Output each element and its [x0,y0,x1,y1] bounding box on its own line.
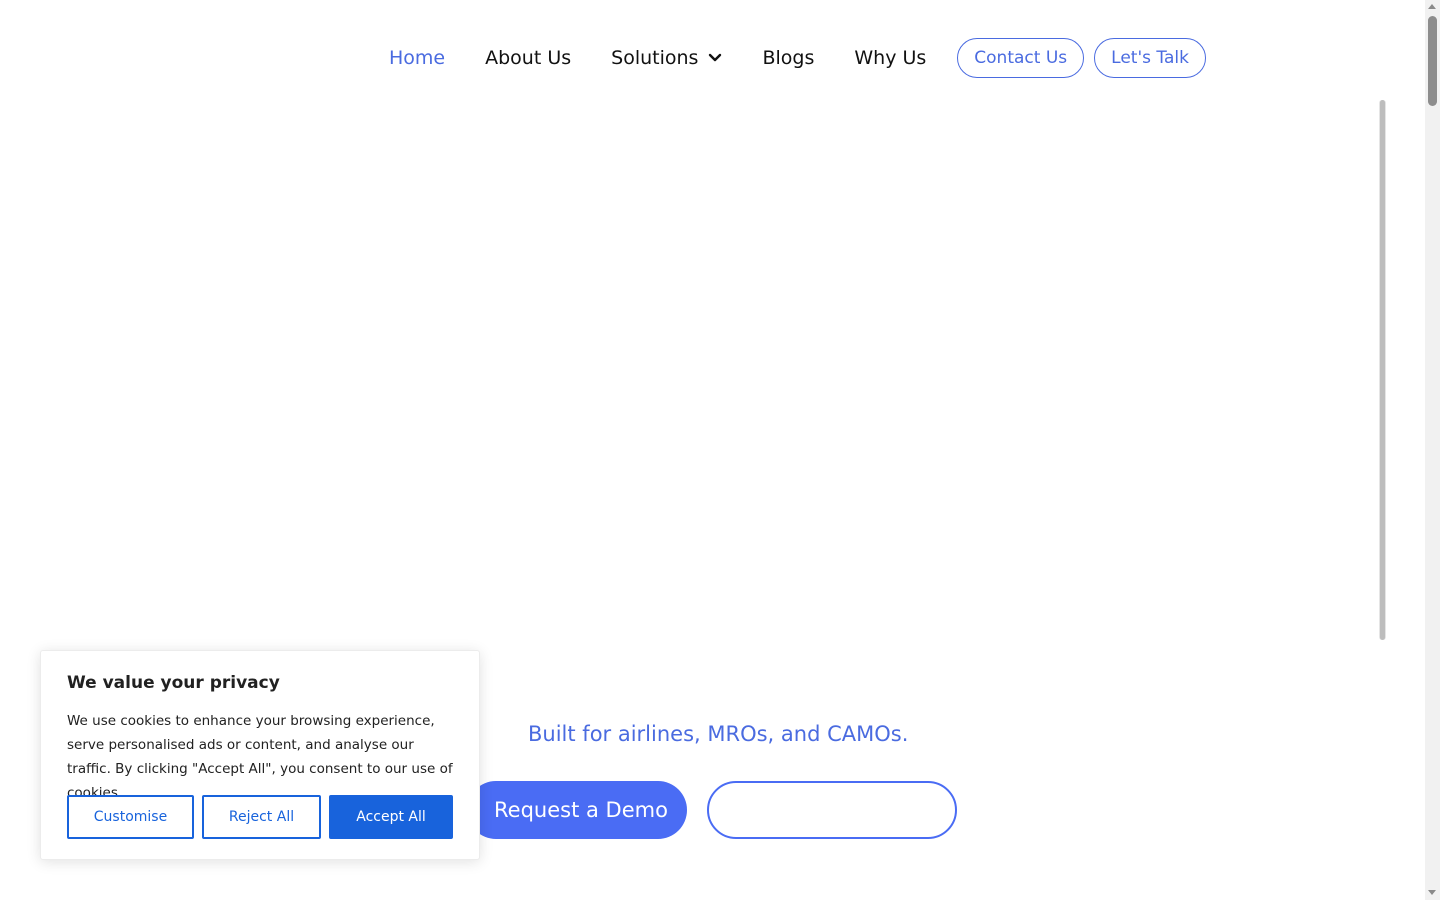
lets-talk-button[interactable]: Let's Talk [1094,38,1206,78]
secondary-cta-button[interactable] [707,781,957,839]
cookie-title: We value your privacy [67,673,280,693]
accept-all-button[interactable]: Accept All [329,795,453,839]
page-scrollbar[interactable] [1425,0,1440,900]
customise-button[interactable]: Customise [67,795,194,839]
cookie-body: We use cookies to enhance your browsing … [67,713,453,801]
main-nav: Home About Us Solutions Blogs Why Us Con… [389,38,1206,78]
nav-blogs[interactable]: Blogs [762,47,814,69]
contact-us-button[interactable]: Contact Us [957,38,1085,78]
nav-solutions[interactable]: Solutions [611,47,722,69]
page: Home About Us Solutions Blogs Why Us Con… [0,0,1440,900]
cookie-consent-banner: We value your privacy We use cookies to … [40,650,480,860]
reject-all-button[interactable]: Reject All [202,795,321,839]
cookie-buttons: Customise Reject All Accept All [67,795,453,839]
nav-solutions-label: Solutions [611,47,699,69]
inner-scrollbar[interactable] [1379,100,1386,640]
nav-why-us[interactable]: Why Us [854,47,926,69]
inner-scrollbar-thumb[interactable] [1380,100,1385,640]
scroll-up-arrow-icon[interactable] [1428,4,1436,9]
page-scrollbar-thumb[interactable] [1428,16,1437,106]
request-demo-button[interactable]: Request a Demo [467,781,687,839]
hero-tagline: Built for airlines, MROs, and CAMOs. [528,722,909,746]
chevron-down-icon [709,53,722,62]
scroll-down-arrow-icon[interactable] [1428,890,1436,895]
nav-home[interactable]: Home [389,47,445,69]
nav-about-us[interactable]: About Us [485,47,571,69]
